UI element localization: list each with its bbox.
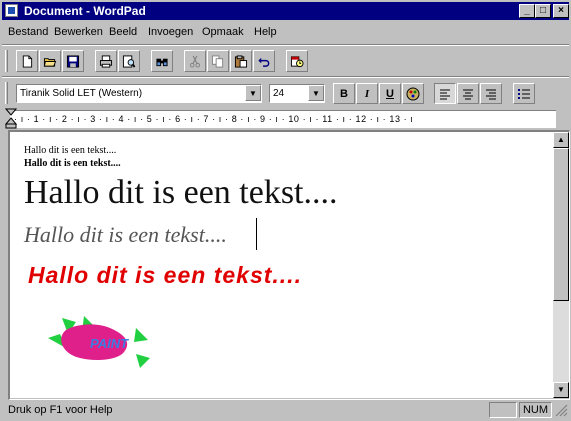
new-document-icon	[22, 54, 33, 68]
ruler[interactable]: · ı · 1 · ı · 2 · ı · 3 · ı · 4 · ı · 5 …	[10, 110, 556, 128]
menu-help[interactable]: Help	[254, 26, 277, 38]
maximize-button[interactable]: □	[535, 4, 551, 18]
window-title: Document - WordPad	[24, 4, 146, 18]
menu-bewerken[interactable]: Bewerken	[54, 26, 103, 38]
standard-toolbar	[2, 47, 569, 75]
underline-label: U	[386, 87, 394, 100]
menu-separator	[2, 44, 569, 46]
menu-bar: Bestand Bewerken Beeld Invoegen Opmaak H…	[2, 23, 569, 42]
font-dropdown-button[interactable]: ▼	[245, 85, 261, 101]
align-right-button[interactable]	[480, 83, 502, 104]
indent-marker-icon[interactable]	[5, 108, 17, 130]
new-document-button[interactable]	[16, 50, 38, 72]
format-toolbar: Tiranik Solid LET (Western) ▼ 24 ▼ B I U	[2, 79, 569, 108]
arrow-down-icon: ▼	[557, 385, 565, 394]
print-preview-button[interactable]	[118, 50, 140, 72]
toolbar-separator	[2, 76, 569, 78]
paste-button[interactable]	[230, 50, 252, 72]
find-button[interactable]	[151, 50, 173, 72]
arrow-up-icon: ▲	[557, 135, 565, 144]
font-size-dropdown-button[interactable]: ▼	[308, 85, 324, 101]
num-lock-label: NUM	[522, 404, 549, 416]
menu-bestand[interactable]: Bestand	[8, 26, 48, 38]
scroll-up-button[interactable]: ▲	[553, 132, 569, 148]
menu-invoegen[interactable]: Invoegen	[148, 26, 193, 38]
status-help-text: Druk op F1 voor Help	[8, 404, 113, 416]
scroll-down-button[interactable]: ▼	[553, 382, 569, 398]
ruler-marks: · ı · 1 · ı · 2 · ı · 3 · ı · 4 · ı · 5 …	[14, 114, 414, 124]
paint-object-label: PAINT	[90, 336, 129, 351]
cut-icon	[189, 55, 201, 68]
vertical-scrollbar[interactable]: ▲ ▼	[553, 132, 569, 398]
text-cursor	[256, 218, 257, 250]
text-line-small-bold: Hallo dit is een tekst....	[24, 158, 121, 169]
copy-button[interactable]	[207, 50, 229, 72]
italic-label: I	[364, 87, 370, 100]
document-area[interactable]: Hallo dit is een tekst.... Hallo dit is …	[10, 132, 553, 398]
close-button[interactable]: ×	[553, 4, 569, 18]
status-panel-empty	[489, 402, 517, 418]
wordpad-app-icon[interactable]	[5, 4, 18, 17]
save-button[interactable]	[62, 50, 84, 72]
font-name-combo[interactable]: Tiranik Solid LET (Western)	[16, 84, 262, 103]
color-icon	[406, 87, 420, 100]
chevron-down-icon: ▼	[312, 88, 320, 98]
bullets-icon	[518, 88, 530, 99]
undo-button[interactable]	[253, 50, 275, 72]
align-left-icon	[440, 89, 450, 99]
menu-opmaak[interactable]: Opmaak	[202, 26, 244, 38]
date-time-icon	[290, 55, 304, 67]
find-icon	[156, 58, 168, 66]
bullets-button[interactable]	[513, 83, 535, 104]
print-preview-icon	[122, 54, 136, 68]
minimize-button[interactable]: _	[519, 4, 535, 18]
italic-button[interactable]: I	[356, 83, 378, 104]
undo-icon	[258, 57, 270, 67]
menu-beeld[interactable]: Beeld	[109, 26, 137, 38]
date-time-button[interactable]	[286, 50, 308, 72]
chevron-down-icon: ▼	[249, 88, 257, 98]
embedded-paint-object[interactable]: PAINT	[44, 316, 160, 370]
align-center-icon	[463, 89, 473, 99]
color-button[interactable]	[402, 83, 424, 104]
underline-button[interactable]: U	[379, 83, 401, 104]
toolbar-grip[interactable]	[5, 50, 8, 72]
text-line-small: Hallo dit is een tekst....	[24, 145, 117, 156]
open-folder-icon	[43, 57, 57, 67]
cut-button[interactable]	[184, 50, 206, 72]
copy-icon	[211, 54, 224, 68]
text-line-red-brush: Hallo dit is een tekst....	[28, 262, 302, 288]
align-left-button[interactable]	[434, 83, 456, 104]
text-line-script: Hallo dit is een tekst....	[24, 222, 227, 247]
font-size-value: 24	[273, 88, 285, 99]
bold-label: B	[340, 87, 348, 100]
print-button[interactable]	[95, 50, 117, 72]
status-num-indicator: NUM	[519, 402, 552, 418]
align-center-button[interactable]	[457, 83, 479, 104]
align-right-icon	[486, 89, 496, 99]
scroll-thumb[interactable]	[553, 148, 569, 301]
status-bar: Druk op F1 voor Help NUM	[2, 401, 569, 419]
print-icon	[99, 54, 113, 68]
resize-grip-icon[interactable]	[555, 404, 568, 417]
format-toolbar-grip[interactable]	[5, 82, 8, 104]
title-bar[interactable]: Document - WordPad _ □ ×	[2, 2, 569, 20]
save-icon	[66, 54, 80, 68]
font-name-value: Tiranik Solid LET (Western)	[20, 88, 143, 99]
bold-button[interactable]: B	[333, 83, 355, 104]
open-button[interactable]	[39, 50, 61, 72]
text-line-large: Hallo dit is een tekst....	[24, 174, 338, 211]
paste-icon	[234, 54, 248, 68]
